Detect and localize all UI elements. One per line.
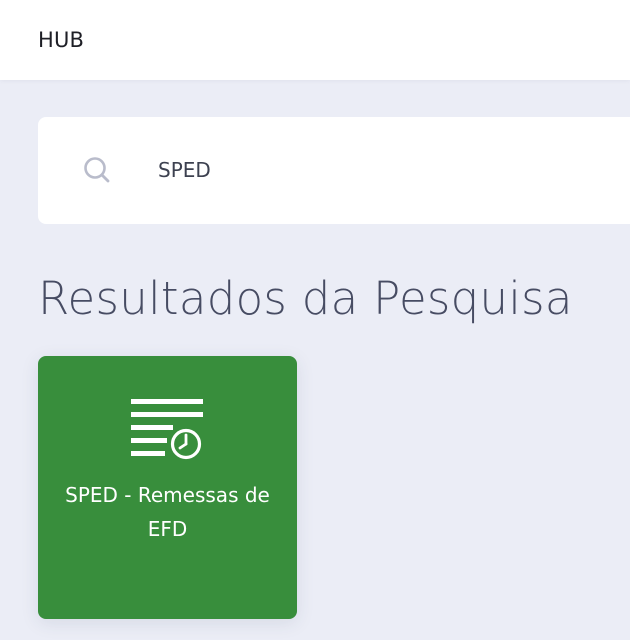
document-clock-icon bbox=[129, 399, 205, 463]
results-heading: Resultados da Pesquisa bbox=[38, 272, 573, 325]
top-bar: HUB bbox=[0, 0, 630, 80]
search-icon bbox=[82, 155, 112, 185]
search-bar[interactable] bbox=[38, 117, 630, 224]
search-input[interactable] bbox=[158, 153, 618, 187]
result-card-label: SPED - Remessas de EFD bbox=[65, 483, 270, 541]
result-card-sped-remessas-efd[interactable]: SPED - Remessas de EFD bbox=[38, 356, 297, 619]
app-title: HUB bbox=[38, 28, 85, 52]
